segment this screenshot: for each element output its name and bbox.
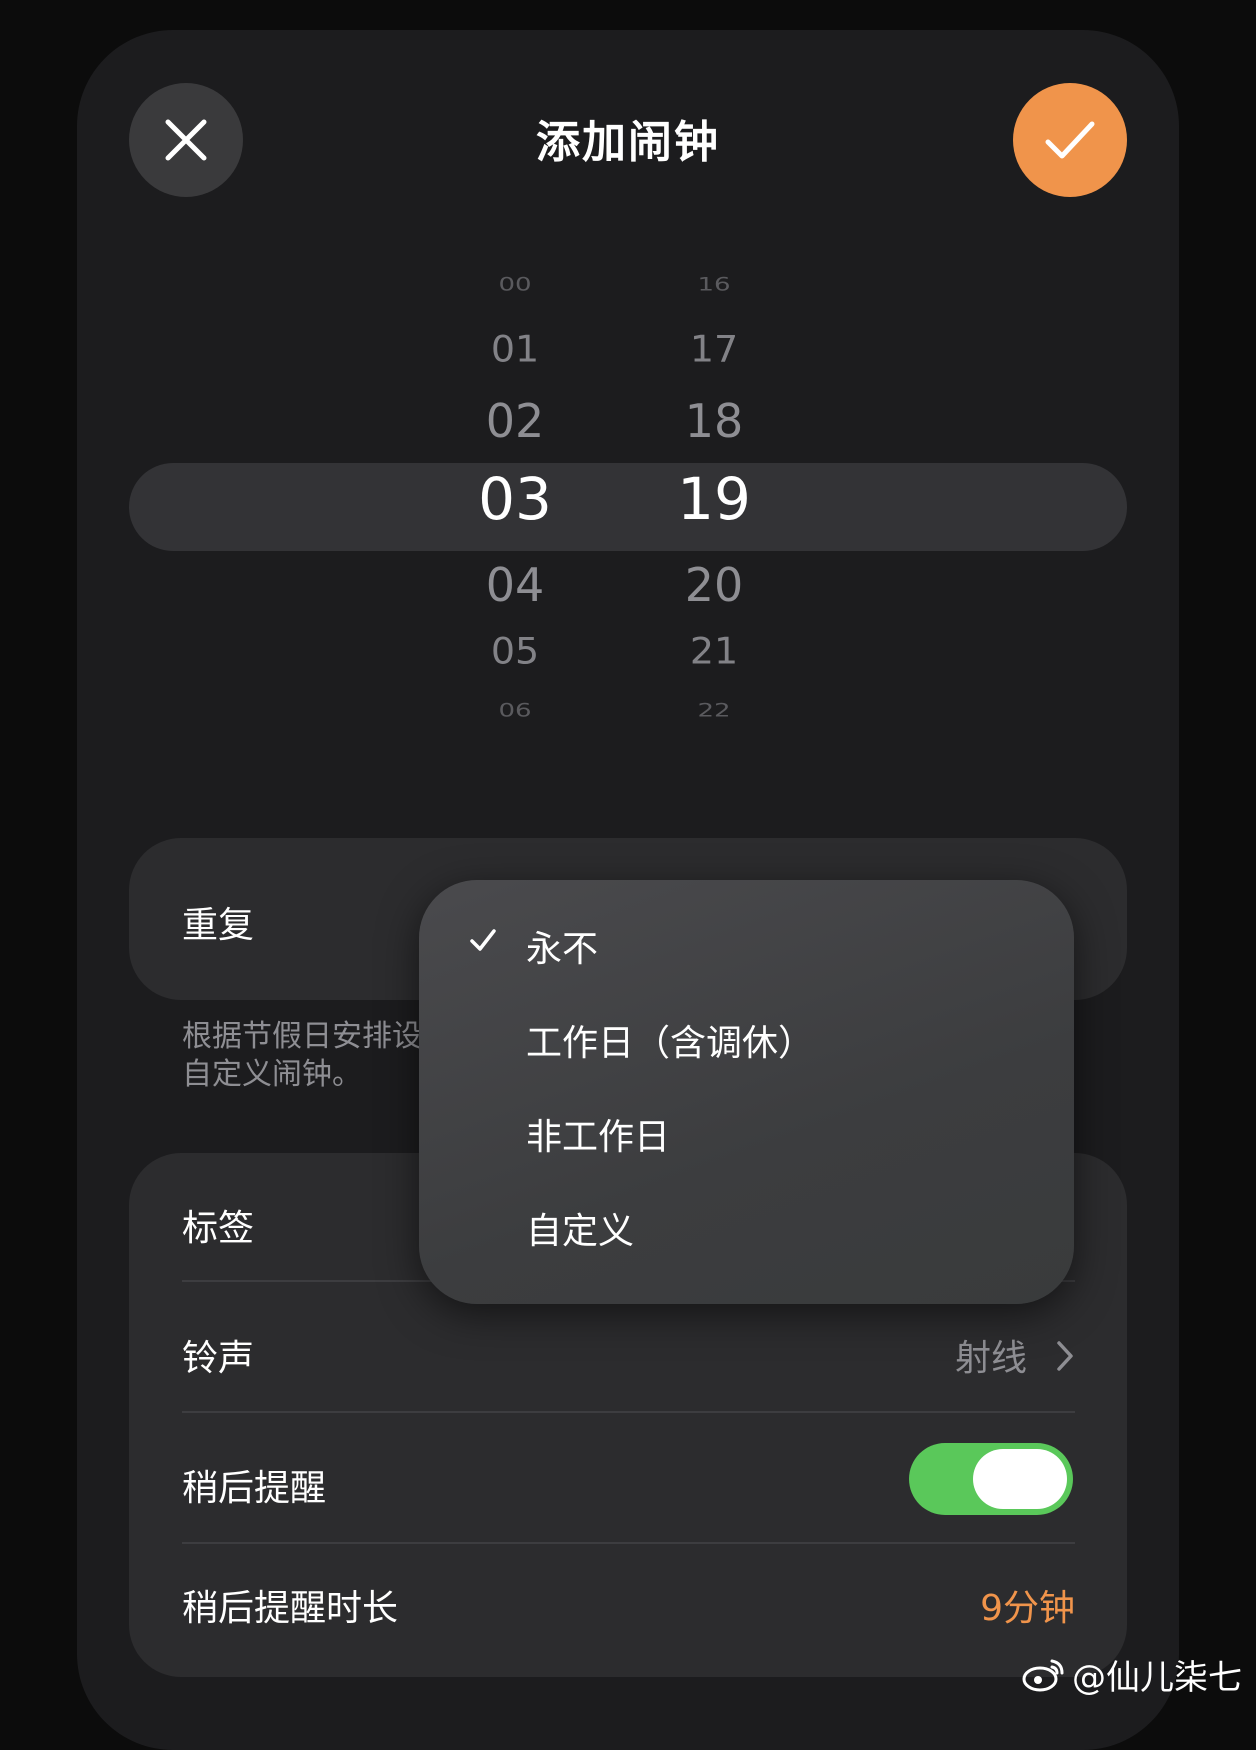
snooze-duration-value[interactable]: 9分钟 <box>980 1579 1075 1631</box>
repeat-note: 根据节假日安排设 自定义闹钟。 <box>182 1018 422 1094</box>
menu-item[interactable]: 非工作日 <box>419 1090 1074 1170</box>
hour-option[interactable]: 06 <box>450 702 580 720</box>
watermark: @仙儿柒七 <box>1022 1650 1242 1699</box>
watermark-text: @仙儿柒七 <box>1072 1650 1242 1699</box>
hour-option[interactable]: 04 <box>450 562 580 608</box>
hour-option[interactable]: 05 <box>450 633 580 669</box>
menu-item-label: 永不 <box>526 920 598 972</box>
minute-option[interactable]: 19 <box>649 470 779 528</box>
menu-item-label: 工作日（含调休） <box>526 1014 814 1066</box>
repeat-menu: 永不工作日（含调休） 非工作日自定义 <box>419 880 1074 1304</box>
picker-selection-band <box>129 463 1127 551</box>
hour-option[interactable]: 00 <box>450 276 580 294</box>
menu-item-label: 自定义 <box>526 1202 634 1254</box>
hour-option[interactable]: 03 <box>450 470 580 528</box>
checkmark-icon <box>1042 116 1098 164</box>
menu-item-label: 非工作日 <box>526 1108 670 1160</box>
snooze-toggle[interactable] <box>909 1443 1073 1515</box>
weibo-icon <box>1022 1657 1066 1693</box>
minute-option[interactable]: 16 <box>649 276 779 294</box>
confirm-button[interactable] <box>1013 83 1127 197</box>
menu-item[interactable]: 工作日（含调休） <box>419 996 1074 1076</box>
menu-item[interactable]: 自定义 <box>419 1184 1074 1264</box>
hour-option[interactable]: 01 <box>450 331 580 367</box>
hour-option[interactable]: 02 <box>450 398 580 444</box>
minute-option[interactable]: 21 <box>649 633 779 669</box>
minute-option[interactable]: 22 <box>649 702 779 720</box>
ringtone-row-label[interactable]: 铃声 <box>182 1329 254 1381</box>
ringtone-value[interactable]: 射线 <box>955 1329 1027 1381</box>
divider <box>182 1411 1075 1413</box>
minute-option[interactable]: 18 <box>649 398 779 444</box>
snooze-duration-label[interactable]: 稍后提醒时长 <box>182 1579 398 1631</box>
chevron-right-icon <box>1055 1339 1075 1373</box>
repeat-label: 重复 <box>182 896 254 948</box>
menu-item[interactable]: 永不 <box>419 902 1074 982</box>
label-row-label[interactable]: 标签 <box>182 1199 254 1251</box>
divider <box>182 1542 1075 1544</box>
minute-option[interactable]: 20 <box>649 562 779 608</box>
minute-option[interactable]: 17 <box>649 331 779 367</box>
toggle-knob <box>973 1449 1067 1509</box>
snooze-row-label: 稍后提醒 <box>182 1459 326 1511</box>
checkmark-icon <box>469 926 497 954</box>
